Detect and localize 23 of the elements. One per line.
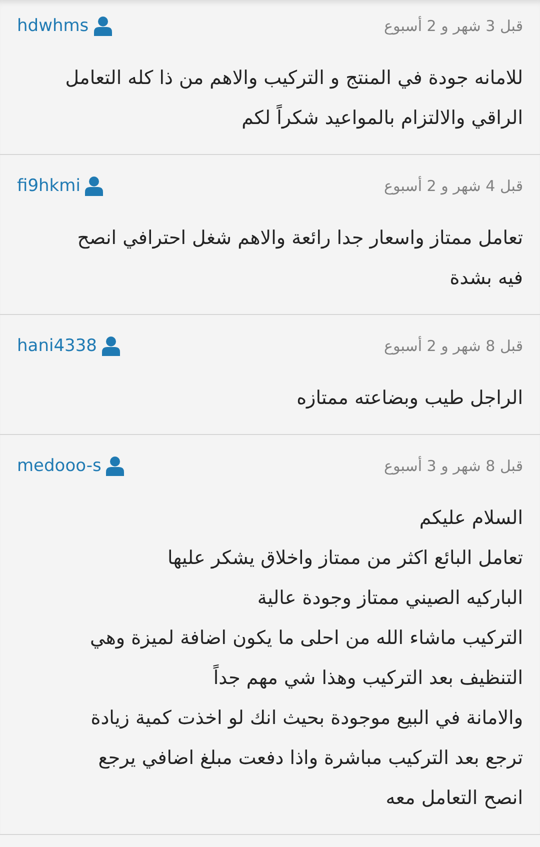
username-link[interactable]: fi9hkmi (17, 176, 80, 196)
comment-text: الباركيه الصيني ممتاز وجودة عالية (256, 586, 523, 611)
comment-time: قبل 8 شهر و 2 أسبوع (384, 337, 523, 355)
comment-text: الراجل طيب وبضاعته ممتازه (296, 386, 523, 411)
comment-time: قبل 4 شهر و 2 أسبوع (384, 177, 523, 195)
user-icon (106, 456, 124, 476)
username-link[interactable]: hani4338 (17, 336, 97, 356)
comment-text: السلام عليكم (418, 506, 523, 531)
user-icon (102, 336, 120, 356)
comment-text: التنظيف بعد التركيب وهذا شي مهم جداً (17, 658, 523, 698)
comment-text: تعامل ممتاز واسعار جدا رائعة والاهم شغل احترافي انصح فيه بشدة (76, 226, 523, 291)
comment-time: قبل 3 شهر و 2 أسبوع (384, 17, 523, 35)
comment-text: والامانة في البيع موجودة بحيث انك لو اخذت كمية زيادة (90, 706, 523, 731)
username-link[interactable]: hdwhms (17, 16, 89, 36)
comment-text: ترجع بعد التركيب مباشرة واذا دفعت مبلغ اضافي يرجع (97, 746, 523, 771)
comment-text: التركيب ماشاء الله من احلى ما يكون اضافة لميزة وهي (89, 626, 523, 651)
comment-text: تعامل البائع اكثر من ممتاز واخلاق يشكر عليها (166, 546, 523, 571)
user-icon (85, 176, 104, 196)
username-link[interactable]: medooo-s (17, 456, 102, 476)
user-icon (94, 16, 112, 36)
comment-time: قبل 8 شهر و 3 أسبوع (384, 457, 523, 475)
comment-text: للامانه جودة في المنتج و التركيب والاهم من ذا كله التعامل الراقي والالتزام بالمواعيد شكراً لكم (64, 66, 523, 131)
comment-text: انصح التعامل معه (384, 786, 523, 811)
